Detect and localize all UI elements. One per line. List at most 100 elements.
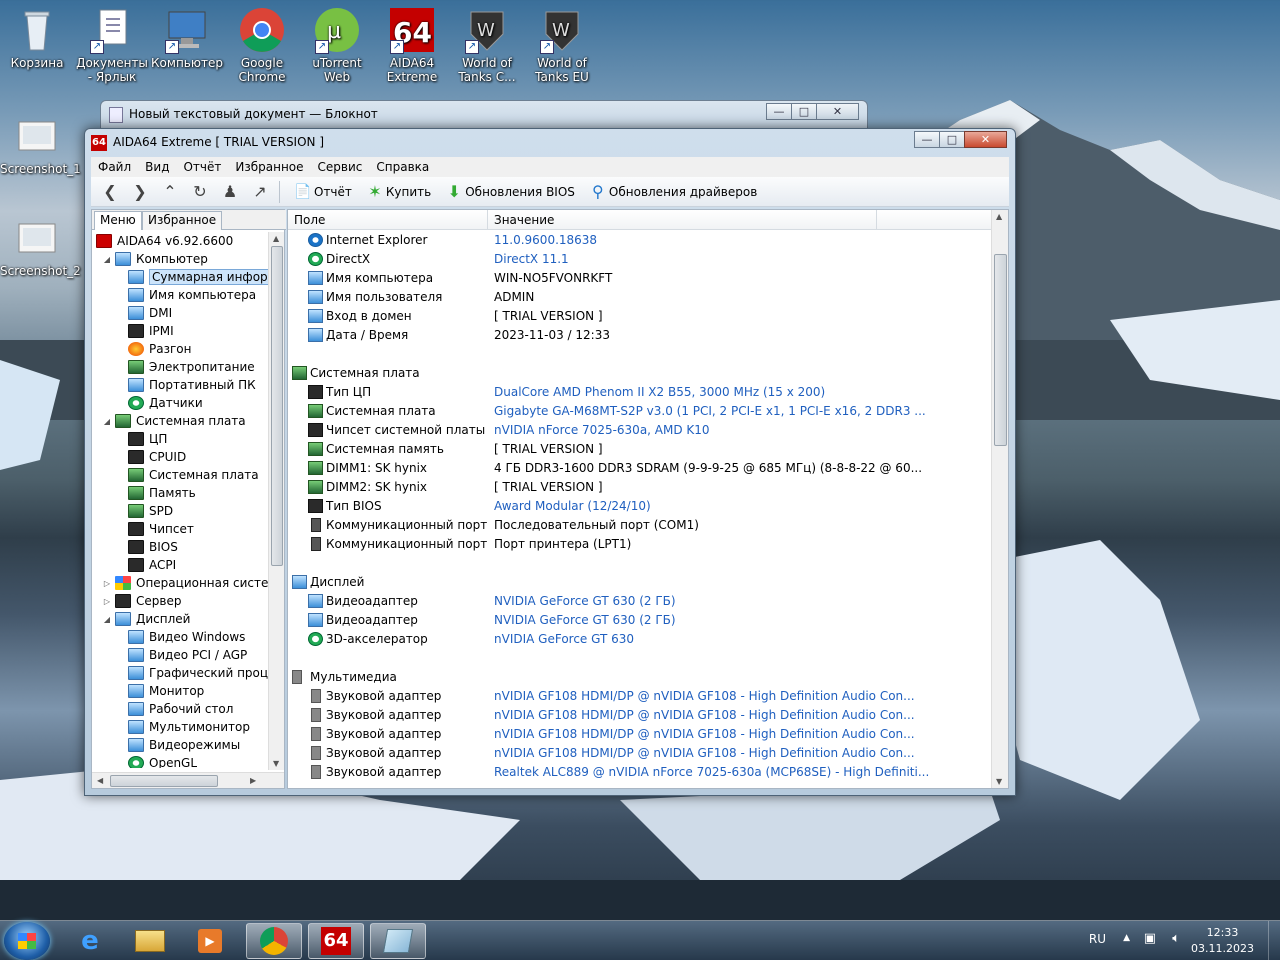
expand-toggle-icon[interactable]: ◢ xyxy=(102,615,112,624)
nav-horizontal-scrollbar[interactable]: ◀ ▶ xyxy=(92,772,284,788)
close-button[interactable]: ✕ xyxy=(964,131,1007,148)
value-link[interactable]: nVIDIA GF108 HDMI/DP @ nVIDIA GF108 - Hi… xyxy=(494,746,915,760)
value-link[interactable]: nVIDIA GF108 HDMI/DP @ nVIDIA GF108 - Hi… xyxy=(494,689,915,703)
clock[interactable]: 12:33 03.11.2023 xyxy=(1191,925,1254,957)
desktop-icon-documents-shortcut[interactable]: ↗ Документы - Ярлык xyxy=(75,6,149,84)
scroll-thumb[interactable] xyxy=(271,246,283,566)
notepad-window[interactable]: Новый текстовый документ — Блокнот — □ ✕ xyxy=(100,100,868,130)
tree-node[interactable]: Системная плата xyxy=(128,466,259,484)
expand-toggle-icon[interactable]: ▷ xyxy=(102,597,112,606)
desktop-icon-wot[interactable]: W ↗ World of Tanks C... xyxy=(450,6,524,84)
value-link[interactable]: Realtek ALC889 @ nVIDIA nForce 7025-630a… xyxy=(494,765,929,779)
tree-node[interactable]: IPMI xyxy=(128,322,174,340)
detail-row[interactable]: Тип ЦП DualCore AMD Phenom II X2 B55, 300… xyxy=(288,383,992,402)
detail-row[interactable]: Тип BIOS Award Modular (12/24/10) xyxy=(288,497,992,516)
desktop-icon-aida64[interactable]: 64 ↗ AIDA64 Extreme xyxy=(375,6,449,84)
tree-node[interactable]: OpenGL xyxy=(128,754,197,768)
desktop-icon-screenshot-2[interactable]: Screenshot_2 xyxy=(0,214,81,278)
tree-node[interactable]: ЦП xyxy=(128,430,167,448)
details-vertical-scrollbar[interactable]: ▲ ▼ xyxy=(991,210,1008,788)
user-button[interactable]: ♟ xyxy=(215,179,245,205)
column-value[interactable]: Значение xyxy=(494,213,554,227)
show-desktop-button[interactable] xyxy=(1268,921,1280,960)
detail-row[interactable]: Звуковой адаптер Realtek ALC889 @ nVIDIA … xyxy=(288,763,992,782)
tree-node[interactable]: Рабочий стол xyxy=(128,700,233,718)
value-link[interactable]: nVIDIA GeForce GT 630 xyxy=(494,632,634,646)
tree-node[interactable]: Монитор xyxy=(128,682,204,700)
notepad-close-button[interactable]: ✕ xyxy=(816,103,859,120)
buy-button[interactable]: ✶ Купить xyxy=(360,179,435,205)
detail-row[interactable]: DIMM2: SK hynix [ TRIAL VERSION ] xyxy=(288,478,992,497)
detail-row[interactable]: Имя пользователя ADMIN xyxy=(288,288,992,307)
maximize-button[interactable]: □ xyxy=(939,131,965,148)
tree-node[interactable]: SPD xyxy=(128,502,173,520)
menu-help[interactable]: Справка xyxy=(369,160,436,174)
refresh-button[interactable]: ↻ xyxy=(185,179,215,205)
detail-row[interactable]: Звуковой адаптер nVIDIA GF108 HDMI/DP @ n… xyxy=(288,706,992,725)
tree-node[interactable]: Суммарная инфор xyxy=(128,268,270,286)
tree-node[interactable]: Видео Windows xyxy=(128,628,245,646)
tree-node[interactable]: Датчики xyxy=(128,394,203,412)
volume-icon[interactable]: 🔈︎ xyxy=(1172,931,1180,946)
notepad-maximize-button[interactable]: □ xyxy=(791,103,817,120)
tree-node[interactable]: ACPI xyxy=(128,556,176,574)
detail-row[interactable]: Чипсет системной платы nVIDIA nForce 7025… xyxy=(288,421,992,440)
tree-node[interactable]: Разгон xyxy=(128,340,191,358)
tree-node[interactable]: Электропитание xyxy=(128,358,255,376)
tree-node[interactable]: Видео PCI / AGP xyxy=(128,646,247,664)
tree-node[interactable]: ▷ Операционная систем xyxy=(102,574,270,592)
detail-row[interactable]: DirectX DirectX 11.1 xyxy=(288,250,992,269)
tree-node[interactable]: Мультимонитор xyxy=(128,718,250,736)
tree-node[interactable]: CPUID xyxy=(128,448,186,466)
column-field[interactable]: Поле xyxy=(294,213,325,227)
expand-toggle-icon[interactable]: ◢ xyxy=(102,417,112,426)
taskbar-notepad[interactable] xyxy=(370,923,426,959)
detail-row[interactable]: Вход в домен [ TRIAL VERSION ] xyxy=(288,307,992,326)
menu-service[interactable]: Сервис xyxy=(311,160,370,174)
detail-row[interactable]: Internet Explorer 11.0.9600.18638 xyxy=(288,231,992,250)
expand-toggle-icon[interactable]: ▷ xyxy=(102,579,112,588)
taskbar-ie[interactable]: e xyxy=(62,923,118,959)
tree-node[interactable]: Видеорежимы xyxy=(128,736,240,754)
tree-node[interactable]: BIOS xyxy=(128,538,178,556)
tree-node[interactable]: DMI xyxy=(128,304,172,322)
scroll-thumb[interactable] xyxy=(994,254,1007,446)
group-header[interactable]: Мультимедиа xyxy=(288,668,992,687)
value-link[interactable]: Gigabyte GA-M68MT-S2P v3.0 (1 PCI, 2 PCI… xyxy=(494,404,926,418)
tree-node[interactable]: ◢ Компьютер xyxy=(102,250,208,268)
detail-row[interactable]: DIMM1: SK hynix 4 ГБ DDR3-1600 DDR3 SDRAM… xyxy=(288,459,992,478)
value-link[interactable]: nVIDIA nForce 7025-630a, AMD K10 xyxy=(494,423,710,437)
detail-row[interactable]: Системная плата Gigabyte GA-M68MT-S2P v3.… xyxy=(288,402,992,421)
detail-row[interactable]: Звуковой адаптер nVIDIA GF108 HDMI/DP @ n… xyxy=(288,725,992,744)
report-button[interactable]: 📄 Отчёт xyxy=(288,179,356,205)
show-hidden-icons-icon[interactable]: ▲ xyxy=(1123,933,1130,943)
back-button[interactable]: ❮ xyxy=(95,179,125,205)
menu-view[interactable]: Вид xyxy=(138,160,176,174)
detail-row[interactable]: Коммуникационный порт Порт принтера (LPT1… xyxy=(288,535,992,554)
driver-updates-button[interactable]: ⚲ Обновления драйверов xyxy=(583,179,761,205)
detail-row[interactable]: Коммуникационный порт Последовательный по… xyxy=(288,516,992,535)
desktop-icon-utorrent[interactable]: µ ↗ uTorrent Web xyxy=(300,6,374,84)
value-link[interactable]: nVIDIA GF108 HDMI/DP @ nVIDIA GF108 - Hi… xyxy=(494,708,915,722)
title-bar[interactable]: 64 AIDA64 Extreme [ TRIAL VERSION ] — □ … xyxy=(85,129,1015,155)
network-icon[interactable]: ▣ xyxy=(1144,931,1156,946)
tab-favorites[interactable]: Избранное xyxy=(142,211,223,230)
desktop-icon-chrome[interactable]: Google Chrome xyxy=(225,6,299,84)
group-header[interactable]: Дисплей xyxy=(288,573,992,592)
tree-node[interactable]: Имя компьютера xyxy=(128,286,256,304)
detail-row[interactable]: Дата / Время 2023-11-03 / 12:33 xyxy=(288,326,992,345)
value-link[interactable]: NVIDIA GeForce GT 630 (2 ГБ) xyxy=(494,594,676,608)
chart-button[interactable]: ↗ xyxy=(245,179,275,205)
taskbar-chrome[interactable] xyxy=(246,923,302,959)
detail-row[interactable]: Звуковой адаптер nVIDIA GF108 HDMI/DP @ n… xyxy=(288,687,992,706)
forward-button[interactable]: ❯ xyxy=(125,179,155,205)
menu-report[interactable]: Отчёт xyxy=(176,160,228,174)
scroll-thumb[interactable] xyxy=(110,775,218,787)
value-link[interactable]: nVIDIA GF108 HDMI/DP @ nVIDIA GF108 - Hi… xyxy=(494,727,915,741)
desktop-icon-screenshot-1[interactable]: Screenshot_1 xyxy=(0,112,81,176)
menu-favorites[interactable]: Избранное xyxy=(228,160,310,174)
tab-menu[interactable]: Меню xyxy=(94,211,142,230)
desktop-icon-wot-eu[interactable]: W ↗ World of Tanks EU xyxy=(525,6,599,84)
tree-node[interactable]: Графический проц xyxy=(128,664,268,682)
tree-node[interactable]: ◢ Дисплей xyxy=(102,610,190,628)
